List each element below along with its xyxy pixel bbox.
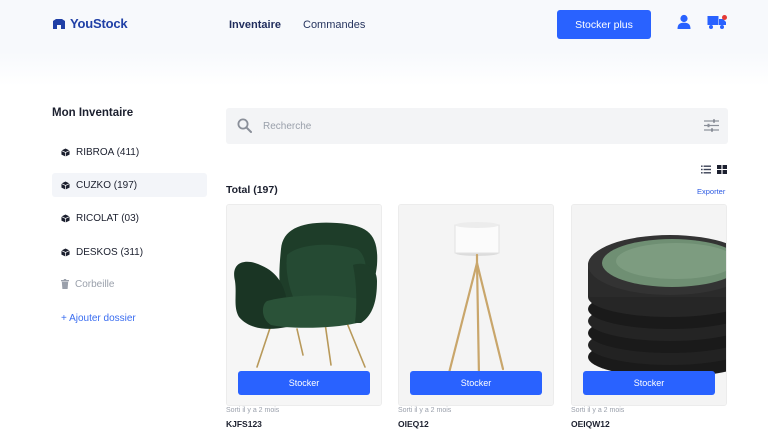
stocker-button[interactable]: Stocker: [583, 371, 715, 395]
sidebar-item-corbeille[interactable]: Corbeille: [52, 272, 207, 296]
sidebar-item-label: + Ajouter dossier: [61, 312, 136, 324]
product-meta: Sorti il y a 2 mois: [398, 407, 452, 414]
logo-icon: [53, 18, 65, 29]
box-icon: [61, 147, 70, 157]
product-code: KJFS123: [226, 419, 262, 429]
product-card[interactable]: Stocker: [398, 204, 554, 406]
product-code: OEIQW12: [571, 419, 610, 429]
sidebar-item-label: CUZKO (197): [76, 179, 138, 191]
box-icon: [61, 213, 70, 223]
sidebar-title: Mon Inventaire: [52, 107, 134, 119]
total-count: Total (197): [226, 184, 278, 196]
header-fade: [0, 52, 768, 86]
sidebar-item-label: Corbeille: [75, 278, 115, 290]
search-bar[interactable]: Recherche: [226, 108, 728, 144]
product-meta: Sorti il y a 2 mois: [226, 407, 280, 414]
sidebar-item-ribroa[interactable]: RIBROA (411): [52, 140, 207, 164]
trash-icon: [61, 279, 69, 289]
sidebar-item-deskos[interactable]: DESKOS (311): [52, 240, 207, 264]
sidebar-item-label: DESKOS (311): [76, 246, 144, 258]
product-meta: Sorti il y a 2 mois: [571, 407, 625, 414]
logo-text: YouStock: [70, 16, 128, 31]
box-icon: [61, 247, 70, 257]
product-code: OIEQ12: [398, 419, 429, 429]
export-link[interactable]: Exporter: [697, 187, 725, 196]
grid-view-icon[interactable]: [717, 165, 727, 174]
user-icon[interactable]: [677, 14, 691, 30]
notification-badge: [722, 15, 727, 20]
stocker-button[interactable]: Stocker: [238, 371, 370, 395]
product-card[interactable]: Stocker: [571, 204, 727, 406]
list-view-icon[interactable]: [701, 165, 711, 174]
box-icon: [61, 180, 70, 190]
stocker-plus-button[interactable]: Stocker plus: [557, 10, 651, 39]
sidebar-item-label: RICOLAT (03): [76, 212, 139, 224]
sidebar-item-cuzko[interactable]: CUZKO (197): [52, 173, 207, 197]
sidebar-item-label: RIBROA (411): [76, 146, 140, 158]
filter-sliders-icon[interactable]: [704, 119, 719, 132]
nav-commandes[interactable]: Commandes: [303, 19, 365, 31]
add-folder-link[interactable]: + Ajouter dossier: [52, 306, 207, 330]
search-placeholder: Recherche: [263, 121, 312, 132]
brand-logo[interactable]: YouStock: [52, 16, 128, 31]
nav-inventaire[interactable]: Inventaire: [229, 19, 281, 31]
sidebar-item-ricolat[interactable]: RICOLAT (03): [52, 206, 207, 230]
search-icon: [237, 118, 252, 133]
product-card[interactable]: Stocker: [226, 204, 382, 406]
stocker-button[interactable]: Stocker: [410, 371, 542, 395]
